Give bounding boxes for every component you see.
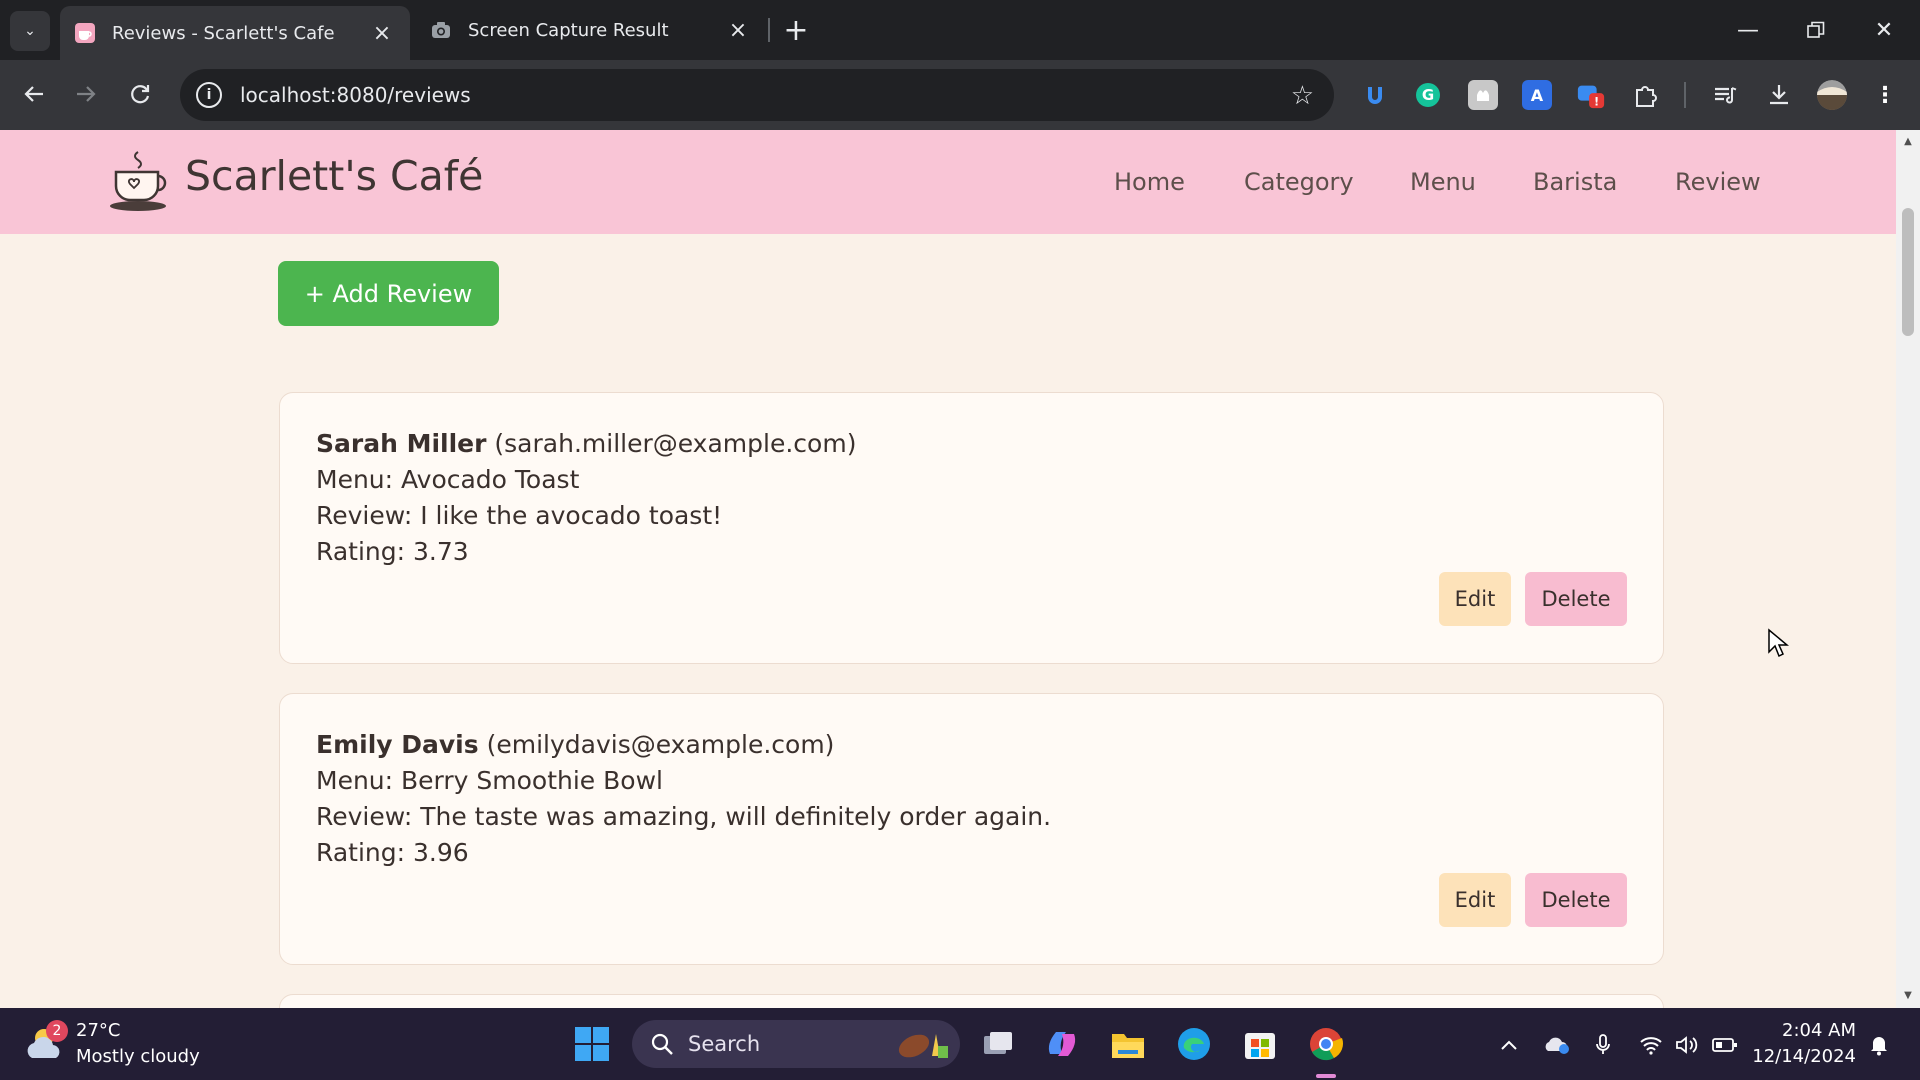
minimize-icon[interactable]: — bbox=[1720, 6, 1776, 54]
taskbar: 2 27°C Mostly cloudy Search 2:04 AM 12/1… bbox=[0, 1008, 1920, 1080]
review-card: Emily Davis (emilydavis@example.com) Men… bbox=[279, 693, 1664, 965]
camera-icon bbox=[432, 22, 450, 38]
page-viewport: Scarlett's Café Home Category Menu Baris… bbox=[0, 130, 1896, 1008]
nav-menu[interactable]: Menu bbox=[1410, 168, 1476, 196]
volume-icon[interactable] bbox=[1674, 1032, 1700, 1058]
review-card: Sarah Miller (sarah.miller@example.com) … bbox=[279, 392, 1664, 664]
review-text: Review: The taste was amazing, will defi… bbox=[316, 802, 1052, 831]
tab-title: Screen Capture Result bbox=[468, 19, 669, 41]
scroll-up-icon[interactable]: ▲ bbox=[1902, 136, 1914, 148]
tab-screen-capture[interactable]: Screen Capture Result × bbox=[416, 6, 766, 54]
reviewer-name: Emily Davis bbox=[316, 730, 479, 759]
edit-button[interactable]: Edit bbox=[1439, 873, 1511, 927]
delete-button[interactable]: Delete bbox=[1525, 572, 1627, 626]
search-highlight-icon bbox=[898, 1034, 948, 1058]
mouse-cursor-icon bbox=[1768, 628, 1789, 658]
close-tab-icon[interactable]: × bbox=[368, 19, 396, 47]
gray-extension-icon[interactable] bbox=[1468, 80, 1498, 110]
tab-title: Reviews - Scarlett's Cafe bbox=[112, 22, 335, 44]
copilot-icon[interactable] bbox=[1042, 1024, 1082, 1064]
microphone-icon[interactable] bbox=[1590, 1032, 1616, 1058]
puzzle-icon[interactable] bbox=[1630, 80, 1660, 110]
download-icon[interactable] bbox=[1764, 80, 1794, 110]
review-rating: Rating: 3.96 bbox=[316, 838, 469, 867]
clock-date[interactable]: 12/14/2024 bbox=[1752, 1046, 1856, 1067]
site-header: Scarlett's Café Home Category Menu Baris… bbox=[0, 130, 1896, 234]
nav-review[interactable]: Review bbox=[1675, 168, 1761, 196]
toolbar-divider bbox=[1684, 82, 1686, 108]
nav-home[interactable]: Home bbox=[1114, 168, 1185, 196]
onedrive-icon[interactable] bbox=[1544, 1032, 1570, 1058]
forward-icon[interactable] bbox=[66, 74, 106, 114]
page-scrollbar[interactable]: ▲ ▼ bbox=[1896, 130, 1920, 1008]
address-bar[interactable]: i localhost:8080/reviews ☆ bbox=[180, 69, 1334, 121]
review-text: Review: I like the avocado toast! bbox=[316, 501, 723, 530]
red-badge-extension-icon[interactable]: ! bbox=[1576, 80, 1606, 110]
notification-bell-icon[interactable] bbox=[1866, 1032, 1892, 1058]
wifi-icon[interactable] bbox=[1638, 1032, 1664, 1058]
taskbar-search[interactable]: Search bbox=[632, 1020, 960, 1068]
close-tab-icon[interactable]: × bbox=[724, 16, 752, 44]
new-tab-button[interactable]: + bbox=[778, 12, 814, 48]
review-card bbox=[279, 994, 1664, 1008]
profile-avatar[interactable] bbox=[1817, 80, 1847, 110]
nav-category[interactable]: Category bbox=[1244, 168, 1354, 196]
store-icon[interactable] bbox=[1240, 1024, 1280, 1064]
tab-divider bbox=[768, 18, 770, 42]
task-view-icon[interactable] bbox=[978, 1024, 1018, 1064]
file-explorer-icon[interactable] bbox=[1108, 1024, 1148, 1064]
chrome-icon[interactable] bbox=[1306, 1024, 1346, 1064]
chevron-up-icon[interactable] bbox=[1496, 1032, 1522, 1058]
reviewer-email: (emilydavis@example.com) bbox=[486, 730, 835, 759]
site-info-icon[interactable]: i bbox=[196, 82, 222, 108]
blue-extension-icon[interactable] bbox=[1360, 80, 1390, 110]
cafe-favicon bbox=[75, 23, 95, 43]
reading-list-icon[interactable] bbox=[1710, 80, 1740, 110]
restore-icon[interactable] bbox=[1788, 6, 1844, 54]
browser-toolbar: i localhost:8080/reviews ☆ G A ! ⋮ bbox=[0, 60, 1920, 130]
reload-icon[interactable] bbox=[120, 74, 160, 114]
nav-barista[interactable]: Barista bbox=[1533, 168, 1617, 196]
review-menu: Menu: Berry Smoothie Bowl bbox=[316, 766, 663, 795]
clock-time[interactable]: 2:04 AM bbox=[1782, 1020, 1856, 1041]
search-icon bbox=[651, 1033, 673, 1055]
weather-desc[interactable]: Mostly cloudy bbox=[76, 1046, 200, 1067]
reviewer-name: Sarah Miller bbox=[316, 429, 487, 458]
translate-extension-icon[interactable]: A bbox=[1522, 80, 1552, 110]
reviewer-line: Emily Davis (emilydavis@example.com) bbox=[316, 730, 834, 759]
battery-icon[interactable] bbox=[1712, 1032, 1738, 1058]
svg-text:!: ! bbox=[1594, 95, 1599, 108]
reviewer-line: Sarah Miller (sarah.miller@example.com) bbox=[316, 429, 856, 458]
address-url[interactable]: localhost:8080/reviews bbox=[240, 83, 471, 107]
bookmark-star-icon[interactable]: ☆ bbox=[1291, 81, 1314, 111]
add-review-button[interactable]: + Add Review bbox=[278, 261, 499, 326]
coffee-cup-logo[interactable] bbox=[108, 148, 172, 212]
edit-button[interactable]: Edit bbox=[1439, 572, 1511, 626]
scroll-down-icon[interactable]: ▼ bbox=[1902, 990, 1914, 1002]
back-icon[interactable] bbox=[14, 74, 54, 114]
review-rating: Rating: 3.73 bbox=[316, 537, 469, 566]
more-menu-icon[interactable]: ⋮ bbox=[1870, 80, 1900, 110]
windows-start-icon[interactable] bbox=[574, 1026, 610, 1062]
grammarly-icon[interactable]: G bbox=[1413, 80, 1443, 110]
weather-notification-badge: 2 bbox=[46, 1020, 68, 1042]
close-window-icon[interactable]: ✕ bbox=[1856, 6, 1912, 54]
scroll-thumb[interactable] bbox=[1902, 208, 1914, 336]
reviewer-email: (sarah.miller@example.com) bbox=[494, 429, 857, 458]
edge-icon[interactable] bbox=[1174, 1024, 1214, 1064]
site-brand[interactable]: Scarlett's Café bbox=[185, 152, 483, 200]
weather-temp[interactable]: 27°C bbox=[76, 1020, 120, 1041]
tab-search-button[interactable]: ⌄ bbox=[10, 11, 50, 51]
review-menu: Menu: Avocado Toast bbox=[316, 465, 580, 494]
tab-strip: ⌄ Reviews - Scarlett's Cafe × Screen Cap… bbox=[0, 0, 1920, 60]
active-app-indicator bbox=[1316, 1074, 1336, 1078]
search-label: Search bbox=[688, 1032, 761, 1056]
delete-button[interactable]: Delete bbox=[1525, 873, 1627, 927]
svg-text:G: G bbox=[1422, 86, 1434, 104]
tab-reviews[interactable]: Reviews - Scarlett's Cafe × bbox=[60, 6, 410, 60]
